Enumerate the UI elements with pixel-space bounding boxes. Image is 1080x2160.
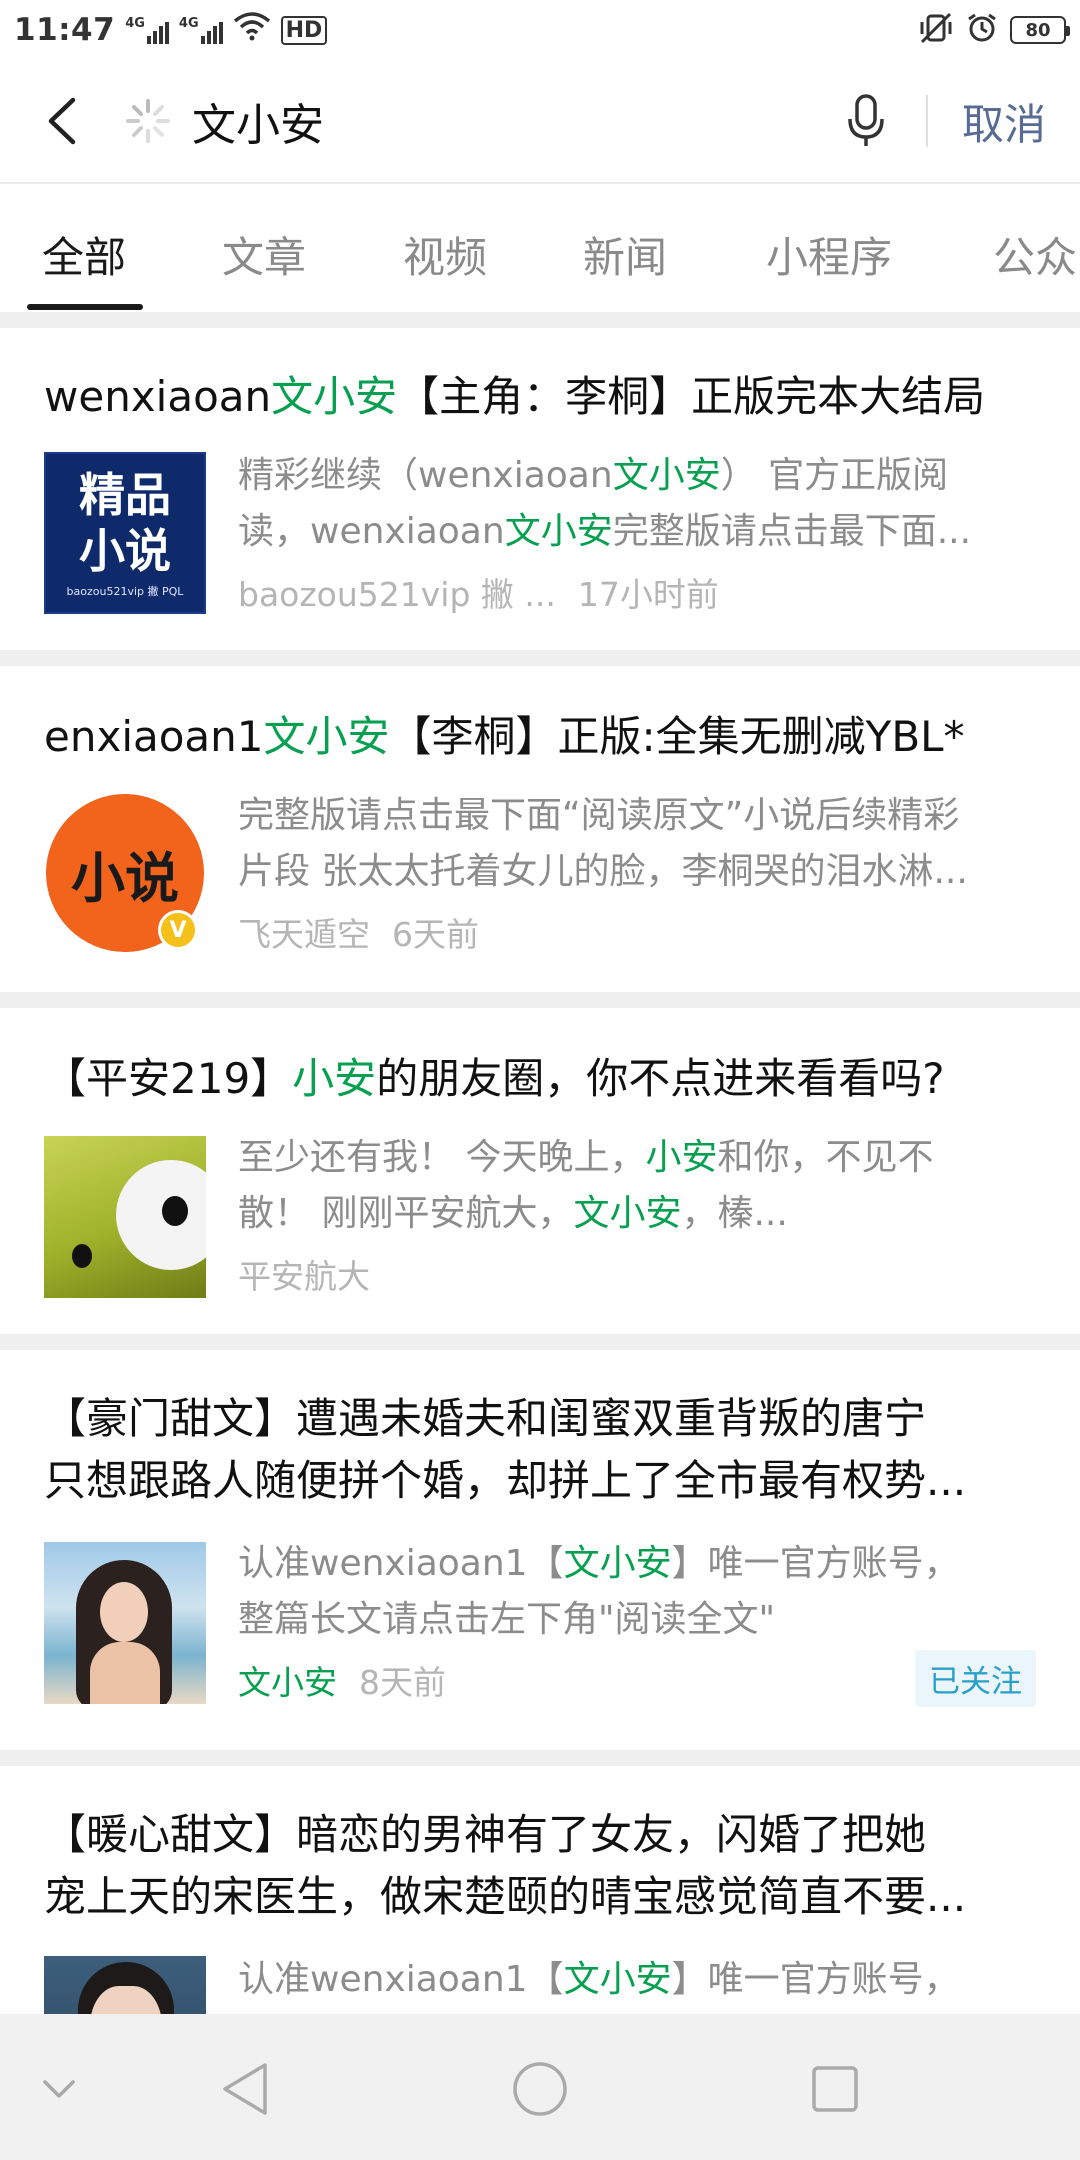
battery-icon: 80: [1010, 16, 1070, 44]
header-divider: [925, 95, 928, 147]
result-thumbnail: [44, 1136, 206, 1298]
section-divider: [0, 1750, 1080, 1766]
section-divider: [0, 992, 1080, 1008]
hd-icon: HD: [280, 15, 328, 45]
section-divider: [0, 1334, 1080, 1350]
search-input[interactable]: 文小安: [192, 89, 834, 153]
system-nav-bar: [0, 2014, 1080, 2160]
result-title: enxiaoan1文小安【李桐】正版:全集无删减YBL*: [44, 712, 965, 761]
search-header: 文小安 取消: [0, 60, 1080, 184]
tab-news[interactable]: 新闻: [583, 224, 667, 285]
home-circle-icon[interactable]: [505, 2054, 575, 2124]
result-thumbnail: [44, 1542, 206, 1704]
signal-icon: 4G: [179, 17, 223, 44]
tab-mini-programs[interactable]: 小程序: [766, 224, 892, 285]
alarm-icon: [966, 12, 998, 48]
result-title: 【豪门甜文】遭遇未婚夫和闺蜜双重背叛的唐宁 只想跟路人随便拼个婚，却拼上了全市最…: [44, 1394, 967, 1505]
result-meta: baozou521vip 撇 ... 17小时前: [238, 568, 719, 616]
section-divider: [0, 650, 1080, 666]
result-time: 8天前: [359, 1663, 446, 1702]
status-time: 11:47: [14, 12, 116, 48]
back-triangle-icon[interactable]: [210, 2054, 280, 2124]
following-badge[interactable]: 已关注: [915, 1650, 1036, 1707]
cancel-button[interactable]: 取消: [962, 91, 1046, 152]
result-summary: 认准wenxiaoan1【文小安】唯一官方账号， 整篇长文请点击左下角"阅读全文…: [238, 1543, 960, 1640]
result-meta: 平安航大: [238, 1250, 392, 1298]
tab-official-accounts[interactable]: 公众: [993, 224, 1077, 285]
result-summary: 认准wenxiaoan1【文小安】唯一官方账号，: [238, 1959, 960, 2000]
result-time: 17小时前: [577, 575, 719, 614]
status-right: 80: [918, 12, 1070, 48]
active-tab-indicator: [27, 304, 143, 310]
search-result[interactable]: 【暖心甜文】暗恋的男神有了女友，闪婚了把她 宠上天的宋医生，做宋楚颐的晴宝感觉简…: [0, 1766, 1080, 2014]
result-title: 【平安219】小安的朋友圈，你不点进来看看吗?: [44, 1054, 945, 1103]
result-source: 飞天遁空: [238, 915, 370, 954]
recents-square-icon[interactable]: [800, 2054, 870, 2124]
result-source: 平安航大: [238, 1257, 370, 1296]
result-title: 【暖心甜文】暗恋的男神有了女友，闪婚了把她 宠上天的宋医生，做宋楚颐的晴宝感觉简…: [44, 1810, 967, 1921]
filter-tabs: 全部 文章 视频 新闻 小程序 公众: [0, 186, 1080, 310]
search-result[interactable]: enxiaoan1文小安【李桐】正版:全集无删减YBL* 小说 V 完整版请点击最…: [0, 666, 1080, 992]
result-summary: 完整版请点击最下面“阅读原文”小说后续精彩 片段 张太太托着女儿的脸，李桐哭的泪…: [238, 795, 968, 892]
result-summary: 至少还有我！ 今天晚上，小安和你，不见不 散！ 刚刚平安航大，文小安，榛...: [238, 1137, 934, 1234]
result-meta: 飞天遁空 6天前: [238, 908, 479, 956]
back-arrow-icon[interactable]: [30, 89, 94, 153]
tab-videos[interactable]: 视频: [403, 224, 487, 285]
loading-spinner-icon: [118, 91, 178, 151]
result-source: 文小安: [238, 1663, 337, 1702]
signal-icon: 4G: [125, 17, 169, 44]
result-time: 6天前: [392, 915, 479, 954]
result-thumbnail: 精品 小说 baozou521vip 撇 PQL: [44, 452, 206, 614]
wifi-icon: [233, 11, 271, 49]
hide-nav-chevron-icon[interactable]: [24, 2054, 94, 2124]
result-thumbnail: 小说 V: [44, 792, 206, 954]
status-left: 11:47 4G 4G HD: [14, 11, 328, 49]
section-divider: [0, 312, 1080, 328]
result-thumbnail: [44, 1956, 206, 2014]
tab-all[interactable]: 全部: [42, 224, 126, 285]
verified-badge-icon: V: [158, 910, 198, 950]
result-title: wenxiaoan文小安【主角：李桐】正版完本大结局: [44, 372, 986, 421]
status-bar: 11:47 4G 4G HD 80: [0, 0, 1080, 60]
search-result[interactable]: wenxiaoan文小安【主角：李桐】正版完本大结局 精品 小说 baozou5…: [0, 328, 1080, 650]
vibrate-icon: [918, 12, 954, 48]
tab-articles[interactable]: 文章: [222, 224, 306, 285]
search-result[interactable]: 【平安219】小安的朋友圈，你不点进来看看吗? 至少还有我！ 今天晚上，小安和你…: [0, 1008, 1080, 1334]
microphone-icon[interactable]: [834, 89, 898, 153]
network-type-label: 4G: [178, 15, 199, 31]
network-type-label: 4G: [125, 15, 145, 31]
result-meta: 文小安 8天前: [238, 1656, 446, 1704]
result-source: baozou521vip 撇 ...: [238, 575, 556, 614]
search-result[interactable]: 【豪门甜文】遭遇未婚夫和闺蜜双重背叛的唐宁 只想跟路人随便拼个婚，却拼上了全市最…: [0, 1350, 1080, 1750]
result-summary: 精彩继续（wenxiaoan文小安） 官方正版阅 读，wenxiaoan文小安完…: [238, 455, 972, 552]
